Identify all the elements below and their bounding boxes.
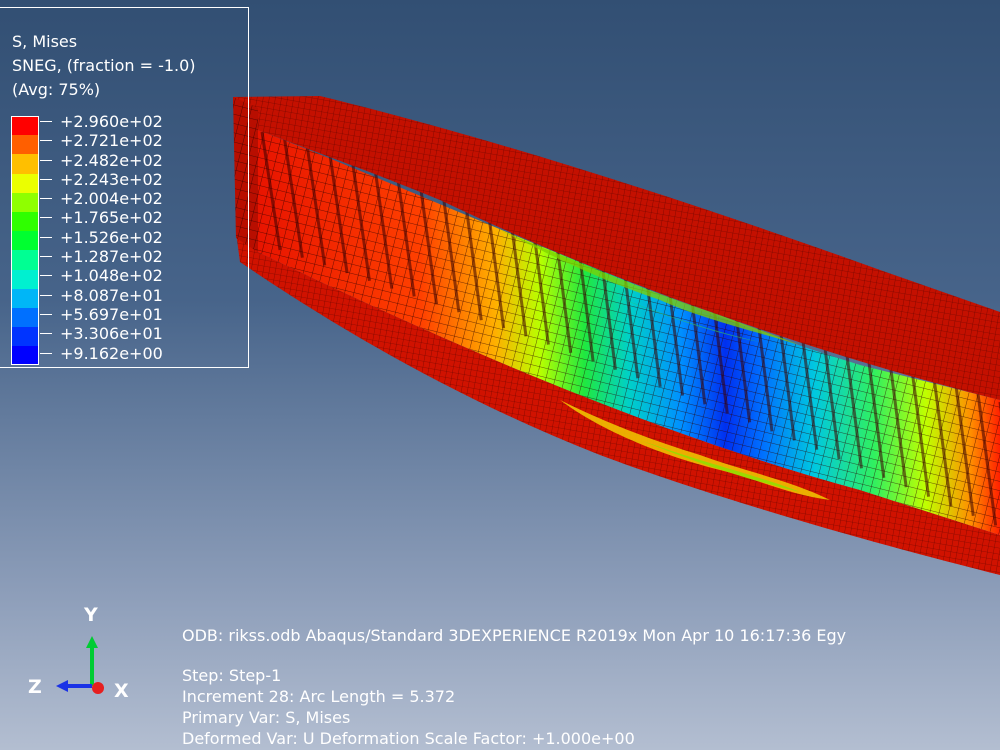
step-info: Step: Step-1 xyxy=(182,666,282,685)
legend-value: +2.004e+02 xyxy=(40,189,163,208)
legend-swatch xyxy=(11,231,39,251)
legend-swatch xyxy=(11,269,39,289)
legend-swatch xyxy=(11,288,39,308)
x-axis-dot xyxy=(92,682,104,694)
legend-swatch xyxy=(11,250,39,270)
deformed-var-info: Deformed Var: U Deformation Scale Factor… xyxy=(182,729,635,748)
legend-value: +1.287e+02 xyxy=(40,247,163,266)
legend-title: S, Mises xyxy=(12,32,78,51)
y-axis-label: Y xyxy=(84,604,98,626)
z-axis-label: Z xyxy=(28,676,42,698)
legend-value: +1.048e+02 xyxy=(40,266,163,285)
z-axis-arrowhead xyxy=(56,680,68,692)
increment-info: Increment 28: Arc Length = 5.372 xyxy=(182,687,456,706)
x-axis-label: X xyxy=(114,680,129,702)
stress-legend: S, Mises SNEG, (fraction = -1.0) (Avg: 7… xyxy=(0,7,249,368)
legend-value: +1.526e+02 xyxy=(40,228,163,247)
legend-swatch xyxy=(11,116,39,136)
legend-value: +2.960e+02 xyxy=(40,112,163,131)
legend-value: +9.162e+00 xyxy=(40,344,163,363)
legend-swatch xyxy=(11,154,39,174)
legend-color-bar xyxy=(11,116,39,366)
legend-values: +2.960e+02 +2.721e+02 +2.482e+02 +2.243e+02… xyxy=(40,112,163,363)
odb-info: ODB: rikss.odb Abaqus/Standard 3DEXPERIE… xyxy=(182,626,847,645)
legend-value: +1.765e+02 xyxy=(40,208,163,227)
orientation-triad: Y Z X xyxy=(18,600,148,710)
legend-value: +8.087e+01 xyxy=(40,286,163,305)
legend-value: +2.721e+02 xyxy=(40,131,163,150)
legend-swatch xyxy=(11,307,39,328)
y-axis-arrowhead xyxy=(86,636,98,648)
legend-swatch xyxy=(11,135,39,155)
legend-value: +2.482e+02 xyxy=(40,151,163,170)
legend-swatch xyxy=(11,346,39,366)
legend-averaging: (Avg: 75%) xyxy=(12,80,101,99)
legend-value: +5.697e+01 xyxy=(40,305,163,324)
legend-subtitle: SNEG, (fraction = -1.0) xyxy=(12,56,196,75)
legend-value: +3.306e+01 xyxy=(40,324,163,343)
legend-swatch xyxy=(11,192,39,212)
legend-swatch xyxy=(11,173,39,193)
primary-var-info: Primary Var: S, Mises xyxy=(182,708,351,727)
legend-value: +2.243e+02 xyxy=(40,170,163,189)
legend-swatch xyxy=(11,327,39,347)
legend-swatch xyxy=(11,211,39,232)
